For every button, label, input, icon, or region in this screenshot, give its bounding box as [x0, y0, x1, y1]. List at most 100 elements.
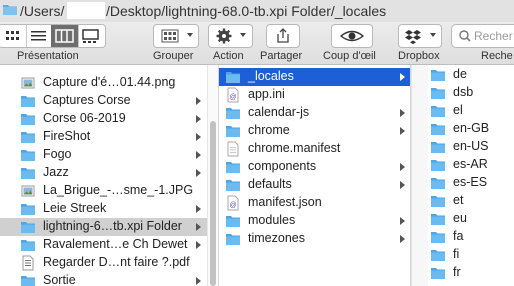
action-label: Action: [213, 50, 244, 62]
columns-icon: [55, 29, 74, 43]
folder-icon: [431, 124, 445, 135]
path-users: /Users/: [20, 3, 65, 19]
list-item[interactable]: dsb: [428, 84, 514, 102]
list-view-button[interactable]: [25, 25, 53, 47]
list-item[interactable]: La_Brigue_-…sme_-1.JPG: [0, 182, 207, 200]
item-label: components: [248, 159, 317, 173]
chevron-right-icon: [196, 205, 201, 213]
script-file-icon: @: [227, 195, 239, 211]
item-label: fa: [453, 229, 464, 243]
list-item[interactable]: FireShot: [0, 128, 207, 146]
list-item[interactable]: chrome.manifest: [219, 140, 410, 158]
share-label: Partager: [260, 50, 303, 62]
chevron-down-icon: [430, 33, 436, 37]
gallery-icon: [82, 29, 99, 43]
search-field[interactable]: Recher: [451, 24, 514, 48]
chevron-right-icon: [400, 109, 405, 117]
list-item[interactable]: _locales: [219, 68, 410, 86]
column-parent: Capture d'é…01.44.png Captures Corse Corse…: [0, 65, 207, 286]
folder-icon: [226, 216, 240, 227]
column-locales: de dsb el en-GB en-US es-AR es-ES et eu fa fi fr: [428, 65, 514, 286]
svg-text:@: @: [229, 94, 236, 101]
folder-icon: [21, 276, 35, 286]
folder-icon: [431, 196, 445, 207]
list-item[interactable]: Ravalement…e Ch Dewet: [0, 236, 207, 254]
item-label: et: [453, 193, 464, 207]
list-item[interactable]: timezones: [219, 230, 410, 248]
image-file-icon: [21, 77, 35, 89]
share-button[interactable]: [266, 24, 300, 48]
item-label: calendar-js: [248, 105, 310, 119]
item-label: Jazz: [43, 165, 69, 179]
folder-icon: [226, 72, 240, 83]
list-item[interactable]: calendar-js: [219, 104, 410, 122]
list-item[interactable]: Sortie: [0, 272, 207, 286]
chevron-right-icon: [400, 163, 405, 171]
icon-view-button[interactable]: [0, 25, 27, 47]
group-button[interactable]: [153, 24, 199, 48]
item-label: timezones: [248, 231, 305, 245]
item-label: Leie Streek: [43, 201, 107, 215]
share-icon: [277, 28, 289, 43]
gallery-view-button[interactable]: [77, 25, 104, 47]
toolbar: Présentation Grouper Action Partager Cou…: [0, 22, 514, 65]
column-xpi-scrollbar[interactable]: [411, 65, 428, 286]
group-grid-icon: [161, 29, 179, 43]
list-item[interactable]: Leie Streek: [0, 200, 207, 218]
list-item[interactable]: lightning-6…tb.xpi Folder: [0, 218, 207, 236]
list-item[interactable]: Regarder D…nt faire ?.pdf: [0, 254, 207, 272]
list-item[interactable]: fr: [428, 264, 514, 282]
item-label: en-US: [453, 139, 489, 153]
item-label: _locales: [248, 69, 294, 83]
folder-icon: [21, 132, 35, 143]
column-parent-scrollbar[interactable]: [207, 65, 218, 286]
list-item[interactable]: es-ES: [428, 174, 514, 192]
list-item[interactable]: Fogo: [0, 146, 207, 164]
list-item[interactable]: defaults: [219, 176, 410, 194]
dropbox-button[interactable]: [398, 24, 442, 48]
list-item[interactable]: en-US: [428, 138, 514, 156]
list-item[interactable]: Corse 06-2019: [0, 110, 207, 128]
redacted-username: [67, 2, 105, 19]
gear-icon: [216, 28, 232, 44]
search-placeholder: Recher: [474, 29, 513, 43]
item-label: Capture d'é…01.44.png: [43, 75, 176, 89]
folder-icon: [226, 234, 240, 245]
item-label: Corse 06-2019: [43, 111, 126, 125]
list-item[interactable]: fi: [428, 246, 514, 264]
folder-icon: [431, 268, 445, 279]
item-label: chrome: [248, 123, 290, 137]
list-item[interactable]: el: [428, 102, 514, 120]
folder-icon: [21, 168, 35, 179]
list-item[interactable]: de: [428, 66, 514, 84]
grid-icon: [6, 31, 19, 40]
list-item[interactable]: fa: [428, 228, 514, 246]
list-item[interactable]: Captures Corse: [0, 92, 207, 110]
folder-icon: [431, 178, 445, 189]
list-item[interactable]: et: [428, 192, 514, 210]
chevron-right-icon: [196, 115, 201, 123]
column-view-button[interactable]: [51, 25, 79, 47]
list-item[interactable]: @ app.ini: [219, 86, 410, 104]
search-icon: [459, 30, 471, 42]
list-item[interactable]: components: [219, 158, 410, 176]
action-button[interactable]: [208, 24, 253, 48]
scrollbar-thumb[interactable]: [210, 121, 216, 286]
folder-icon: [431, 106, 445, 117]
item-label: modules: [248, 213, 296, 227]
item-label: manifest.json: [248, 195, 322, 209]
list-item[interactable]: Jazz: [0, 164, 207, 182]
quick-look-button[interactable]: [331, 24, 373, 48]
chevron-right-icon: [400, 127, 405, 135]
chevron-right-icon: [196, 97, 201, 105]
list-item[interactable]: modules: [219, 212, 410, 230]
item-label: el: [453, 103, 463, 117]
list-item[interactable]: chrome: [219, 122, 410, 140]
chevron-right-icon: [196, 169, 201, 177]
item-label: de: [453, 67, 467, 81]
list-item[interactable]: Capture d'é…01.44.png: [0, 74, 207, 92]
list-item[interactable]: @ manifest.json: [219, 194, 410, 212]
list-item[interactable]: eu: [428, 210, 514, 228]
list-item[interactable]: en-GB: [428, 120, 514, 138]
list-item[interactable]: es-AR: [428, 156, 514, 174]
